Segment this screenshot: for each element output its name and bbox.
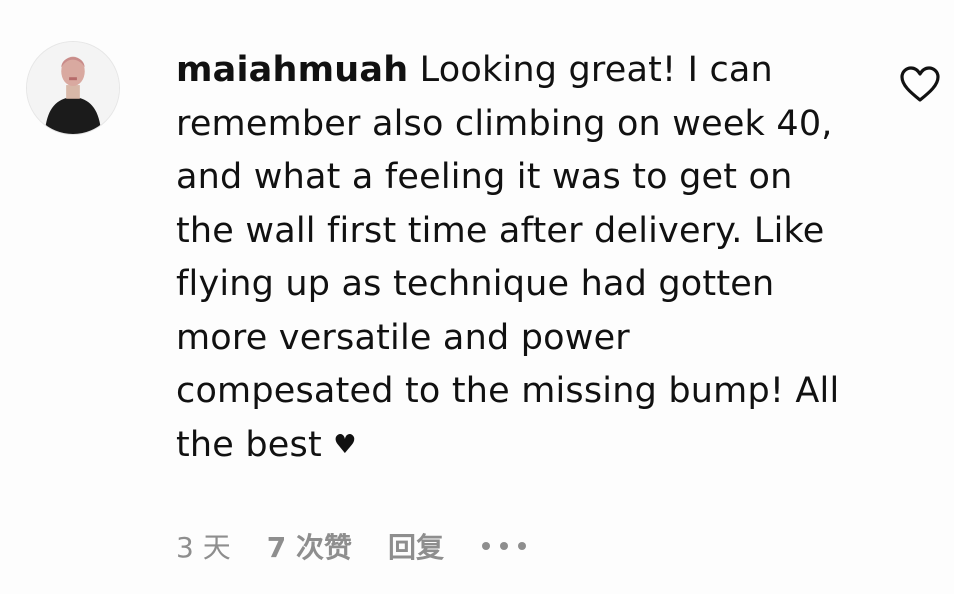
more-options-button[interactable]: [480, 540, 528, 552]
like-count[interactable]: 7 次赞: [267, 526, 352, 566]
reply-button[interactable]: 回复: [388, 526, 444, 566]
avatar-image: [27, 42, 119, 134]
like-button[interactable]: [898, 64, 942, 104]
avatar[interactable]: [26, 41, 120, 135]
timestamp: 3 天: [176, 531, 231, 564]
comment-text: Looking great! I can remember also climb…: [176, 50, 851, 465]
username[interactable]: maiahmuah: [176, 50, 408, 90]
ellipsis-icon: [481, 542, 526, 550]
comment-body: maiahmuah Looking great! I can remember …: [176, 44, 856, 472]
comment-item: maiahmuah Looking great! I can remember …: [0, 0, 954, 594]
heart-outline-icon: [900, 66, 940, 102]
comment-meta: 3 天 7 次赞 回复: [176, 522, 528, 570]
heart-emoji: ♥: [333, 429, 357, 460]
